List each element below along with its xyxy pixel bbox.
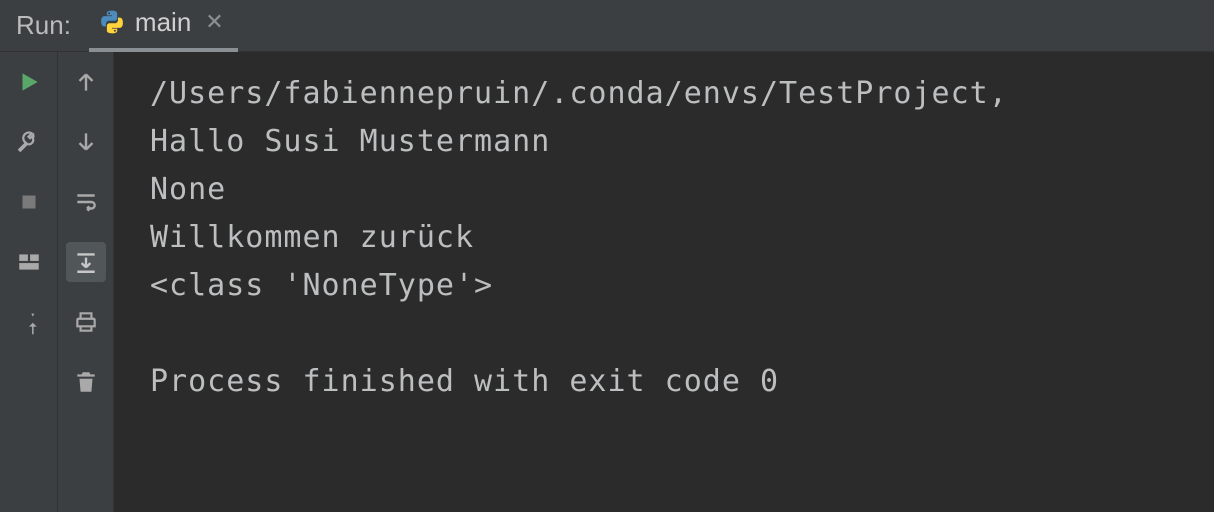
stop-button[interactable] bbox=[9, 182, 49, 222]
up-arrow-button[interactable] bbox=[66, 62, 106, 102]
console-output[interactable]: /Users/fabiennepruin/.conda/envs/TestPro… bbox=[114, 52, 1214, 512]
down-arrow-button[interactable] bbox=[66, 122, 106, 162]
wrench-button[interactable] bbox=[9, 122, 49, 162]
soft-wrap-button[interactable] bbox=[66, 182, 106, 222]
left-action-rail bbox=[0, 52, 58, 512]
tab-main[interactable]: main ✕ bbox=[89, 1, 238, 52]
run-label: Run: bbox=[16, 10, 71, 41]
run-button[interactable] bbox=[9, 62, 49, 102]
scroll-to-end-button[interactable] bbox=[66, 242, 106, 282]
print-button[interactable] bbox=[66, 302, 106, 342]
pin-button[interactable] bbox=[9, 302, 49, 342]
trash-button[interactable] bbox=[66, 362, 106, 402]
run-toolbar: Run: main ✕ bbox=[0, 0, 1214, 52]
python-icon bbox=[99, 9, 125, 35]
close-tab-icon[interactable]: ✕ bbox=[201, 9, 227, 35]
console-line: /Users/fabiennepruin/.conda/envs/TestPro… bbox=[150, 70, 1214, 118]
console-line: None bbox=[150, 166, 1214, 214]
console-line: Hallo Susi Mustermann bbox=[150, 118, 1214, 166]
console-line: <class 'NoneType'> bbox=[150, 262, 1214, 310]
console-blank-line bbox=[150, 310, 1214, 358]
layout-button[interactable] bbox=[9, 242, 49, 282]
console-line: Willkommen zurück bbox=[150, 214, 1214, 262]
exit-code-line: Process finished with exit code 0 bbox=[150, 358, 1214, 406]
console-action-rail bbox=[58, 52, 114, 512]
tab-label: main bbox=[135, 7, 191, 38]
